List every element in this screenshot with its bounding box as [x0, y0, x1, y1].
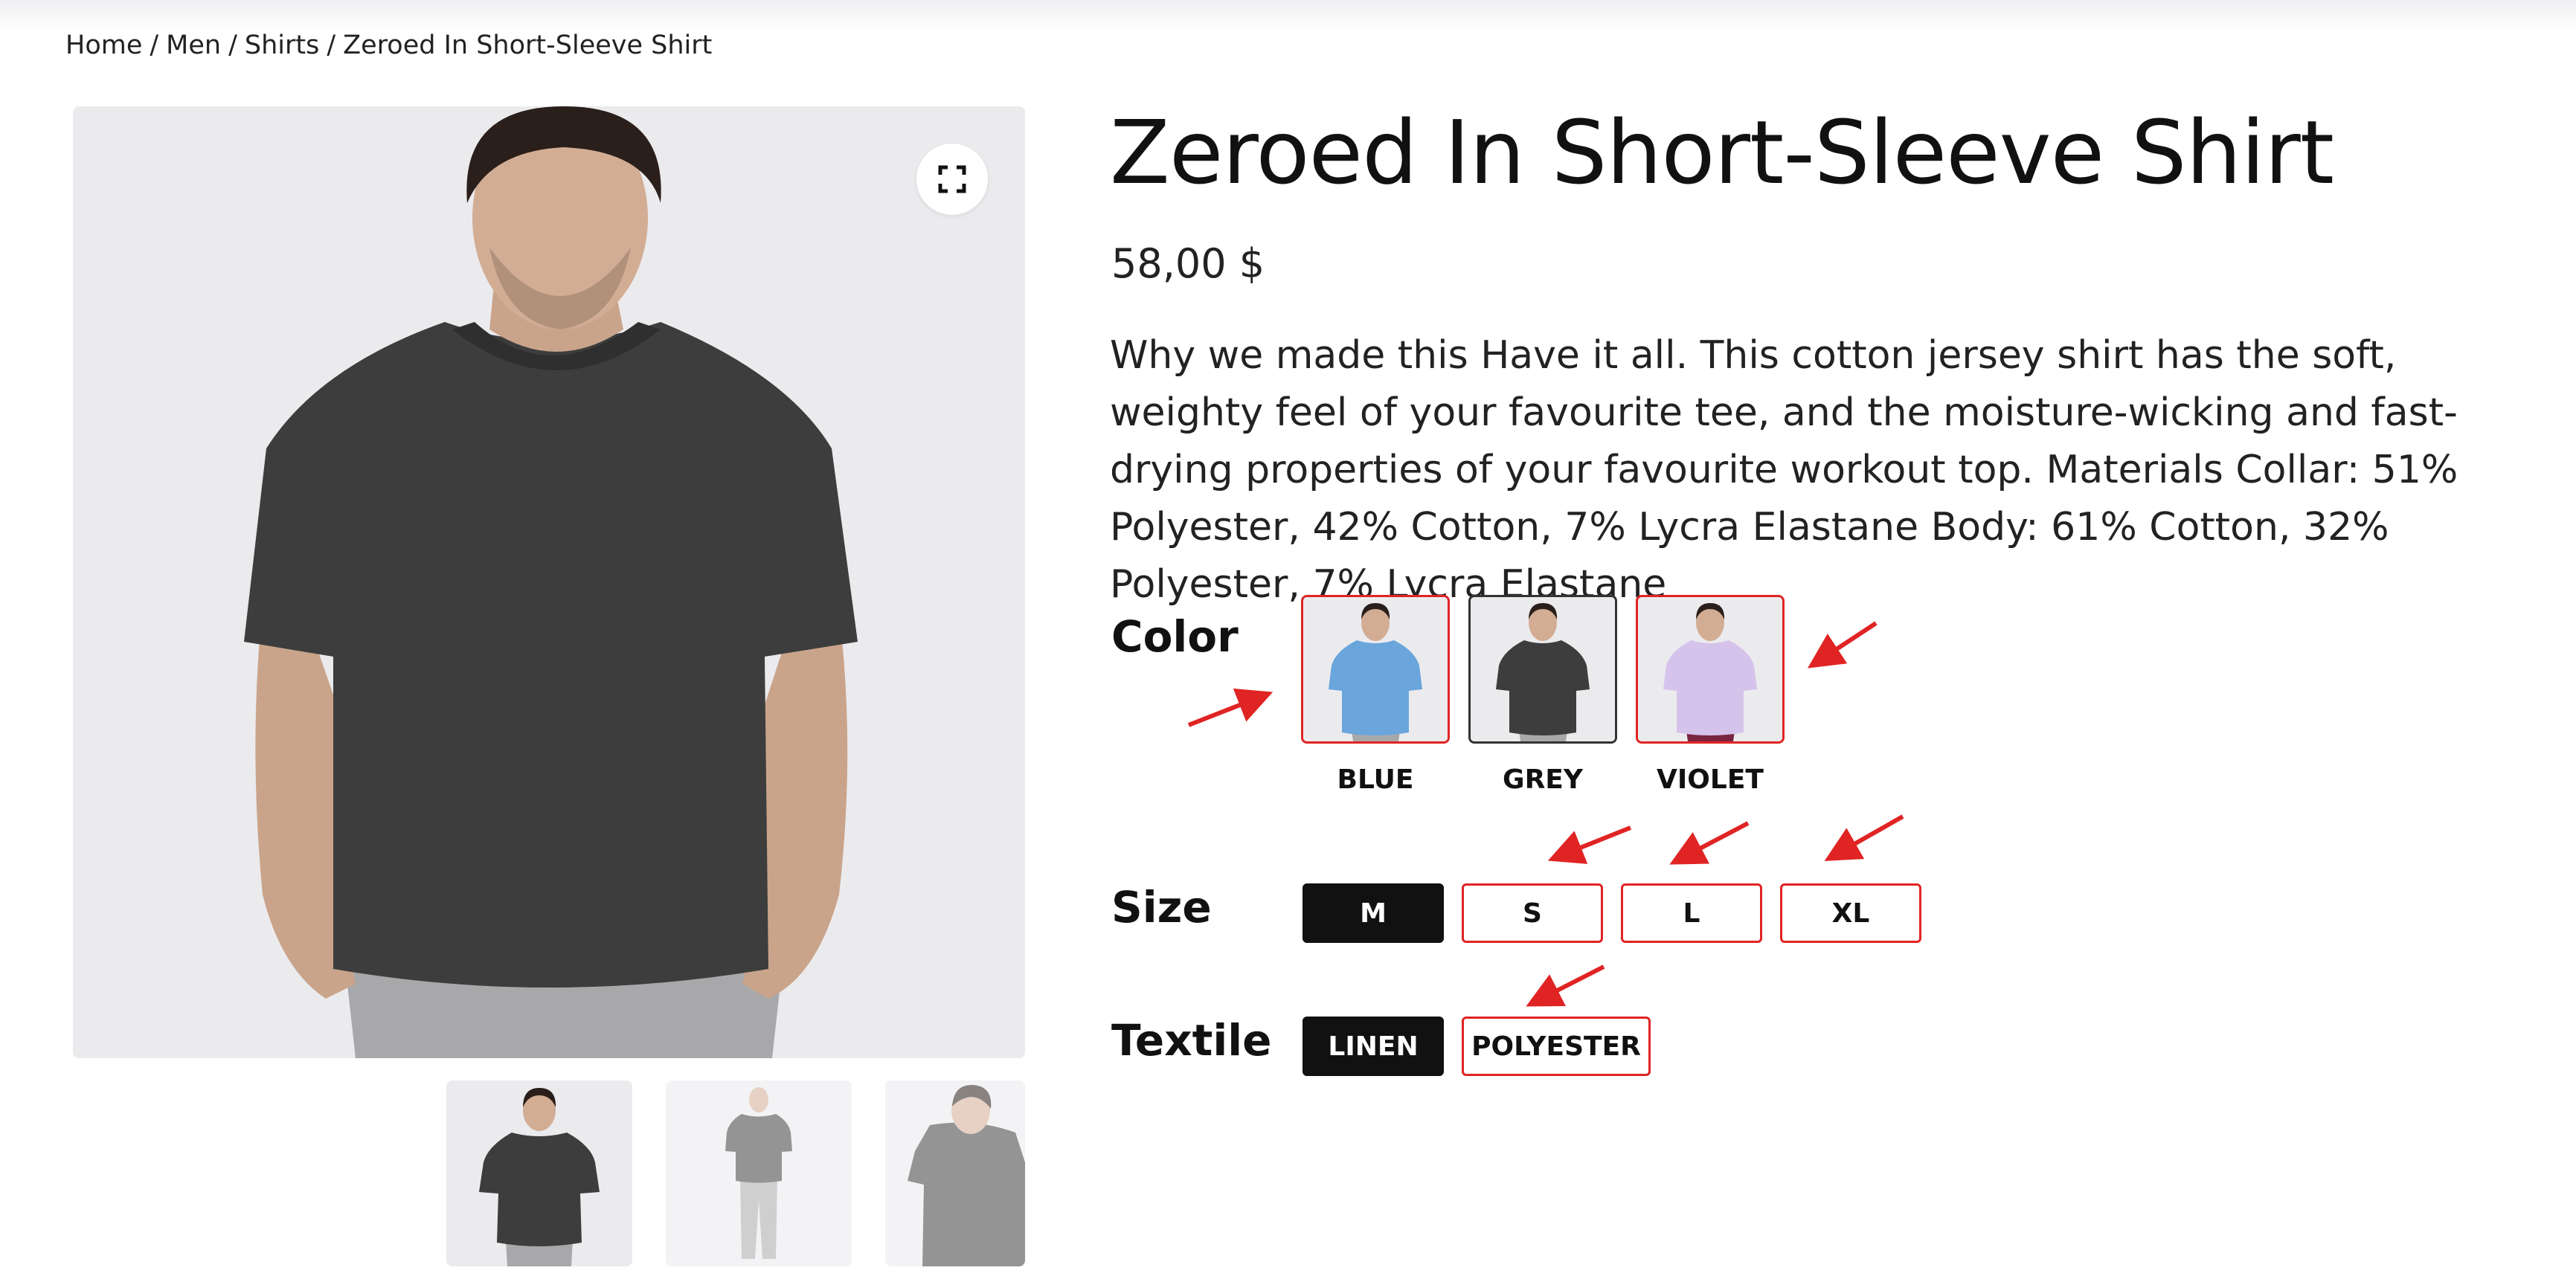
annotation-arrow: [1824, 814, 1904, 861]
breadcrumb-separator: /: [327, 30, 336, 60]
product-price: 58,00 $: [1111, 240, 1265, 287]
breadcrumb-shirts[interactable]: Shirts: [245, 30, 319, 60]
thumbnail-front[interactable]: [446, 1080, 632, 1266]
breadcrumb-separator: /: [228, 30, 237, 60]
textile-label: Textile: [1111, 1015, 1272, 1066]
color-swatch-blue-label: BLUE: [1337, 764, 1414, 795]
swatch-image: [1303, 597, 1448, 741]
size-option-m[interactable]: M: [1303, 883, 1444, 943]
size-label: Size: [1111, 882, 1212, 932]
fullscreen-button[interactable]: [916, 144, 988, 215]
product-description: Why we made this Have it all. This cotto…: [1110, 333, 2458, 607]
size-option-xl[interactable]: XL: [1780, 883, 1921, 943]
product-title: Zeroed In Short-Sleeve Shirt: [1110, 101, 2334, 204]
size-option-s[interactable]: S: [1462, 883, 1603, 943]
color-swatch-grey-label: GREY: [1503, 764, 1583, 795]
color-swatch-violet-label: VIOLET: [1657, 764, 1764, 795]
thumbnail-back[interactable]: [885, 1080, 1025, 1266]
thumbnail-image: [446, 1080, 632, 1266]
annotation-arrow: [1807, 621, 1878, 669]
main-product-image[interactable]: [73, 106, 1025, 1058]
annotation-arrow: [1669, 821, 1750, 865]
breadcrumb-men[interactable]: Men: [166, 30, 221, 60]
textile-option-linen[interactable]: LINEN: [1303, 1017, 1444, 1076]
color-label: Color: [1111, 611, 1239, 662]
breadcrumb: Home / Men / Shirts / Zeroed In Short-Sleeve S…: [65, 27, 712, 64]
annotation-arrow: [1526, 964, 1605, 1007]
color-swatch-grey[interactable]: [1468, 595, 1617, 744]
textile-option-polyester[interactable]: POLYESTER: [1462, 1017, 1651, 1076]
breadcrumb-home[interactable]: Home: [65, 30, 142, 60]
swatch-image: [1471, 597, 1615, 741]
thumbnail-image: [666, 1080, 852, 1266]
model-grey-shirt-image: [73, 106, 1025, 1058]
annotation-arrow: [1547, 825, 1632, 864]
breadcrumb-separator: /: [150, 30, 159, 60]
fullscreen-icon: [938, 165, 966, 193]
size-option-l[interactable]: L: [1621, 883, 1762, 943]
thumbnail-image: [885, 1080, 1025, 1266]
breadcrumb-current: Zeroed In Short-Sleeve Shirt: [343, 30, 713, 60]
color-swatch-blue[interactable]: [1301, 595, 1450, 744]
swatch-image: [1638, 597, 1782, 741]
annotation-arrow: [1187, 688, 1273, 727]
thumbnail-full-body[interactable]: [666, 1080, 852, 1266]
color-swatch-violet[interactable]: [1636, 595, 1785, 744]
